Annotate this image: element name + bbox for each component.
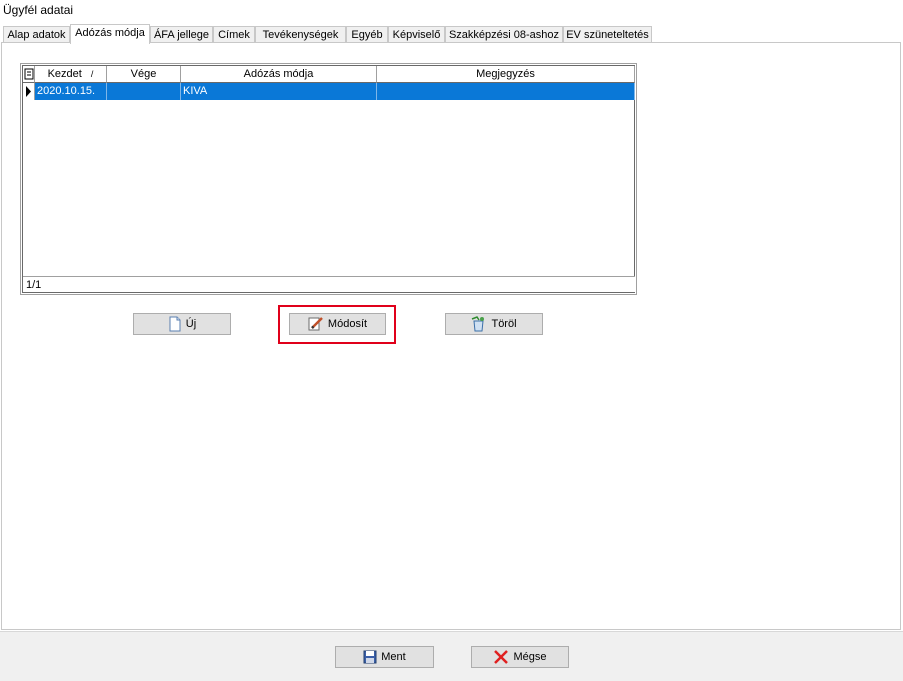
save-button[interactable]: Ment xyxy=(335,646,434,668)
table-row[interactable]: 2020.10.15. KIVA xyxy=(23,83,635,100)
column-header-vege[interactable]: Vége xyxy=(107,66,181,83)
adozas-grid[interactable]: Kezdet / Vége Adózás módja Megjegyzés 20… xyxy=(20,63,637,295)
tab-tevekenysegek[interactable]: Tevékenységek xyxy=(255,26,346,42)
window-title: Ügyfél adatai xyxy=(3,3,74,17)
column-header-megjegyzes[interactable]: Megjegyzés xyxy=(377,66,635,83)
new-button[interactable]: Új xyxy=(133,313,231,335)
tab-szakkepzesi[interactable]: Szakképzési 08-ashoz xyxy=(445,26,563,42)
grid-record-counter: 1/1 xyxy=(23,276,635,292)
cell-vege[interactable] xyxy=(107,83,181,100)
edit-pencil-icon xyxy=(308,317,323,331)
tab-kepviselo[interactable]: Képviselő xyxy=(388,26,445,42)
tab-ev-szuneteltetes[interactable]: EV szüneteltetés xyxy=(563,26,652,42)
tab-cimek[interactable]: Címek xyxy=(213,26,255,42)
tab-afa-jellege[interactable]: ÁFA jellege xyxy=(150,26,213,42)
red-x-icon xyxy=(494,650,509,664)
column-header-kezdet[interactable]: Kezdet / xyxy=(35,66,107,83)
cell-kezdet[interactable]: 2020.10.15. xyxy=(35,83,107,100)
modify-button[interactable]: Módosít xyxy=(289,313,386,335)
tab-strip: Alap adatok Adózás módja ÁFA jellege Cím… xyxy=(3,24,901,44)
cell-adozas-modja[interactable]: KIVA xyxy=(181,83,377,100)
delete-recycle-icon xyxy=(472,316,485,332)
tab-egyeb[interactable]: Egyéb xyxy=(346,26,388,42)
column-header-adozas-modja[interactable]: Adózás módja xyxy=(181,66,377,83)
tab-alap-adatok[interactable]: Alap adatok xyxy=(3,26,70,42)
sort-indicator-icon: / xyxy=(90,69,94,79)
delete-button[interactable]: Töröl xyxy=(445,313,543,335)
grid-corner-icon[interactable] xyxy=(23,66,35,83)
bottom-button-bar xyxy=(0,631,903,681)
new-document-icon xyxy=(169,316,181,332)
floppy-disk-icon xyxy=(363,650,377,664)
cancel-button[interactable]: Mégse xyxy=(471,646,569,668)
row-indicator-icon xyxy=(23,83,35,100)
cell-megjegyzes[interactable] xyxy=(377,83,635,100)
tab-adozas-modja[interactable]: Adózás módja xyxy=(70,24,150,44)
